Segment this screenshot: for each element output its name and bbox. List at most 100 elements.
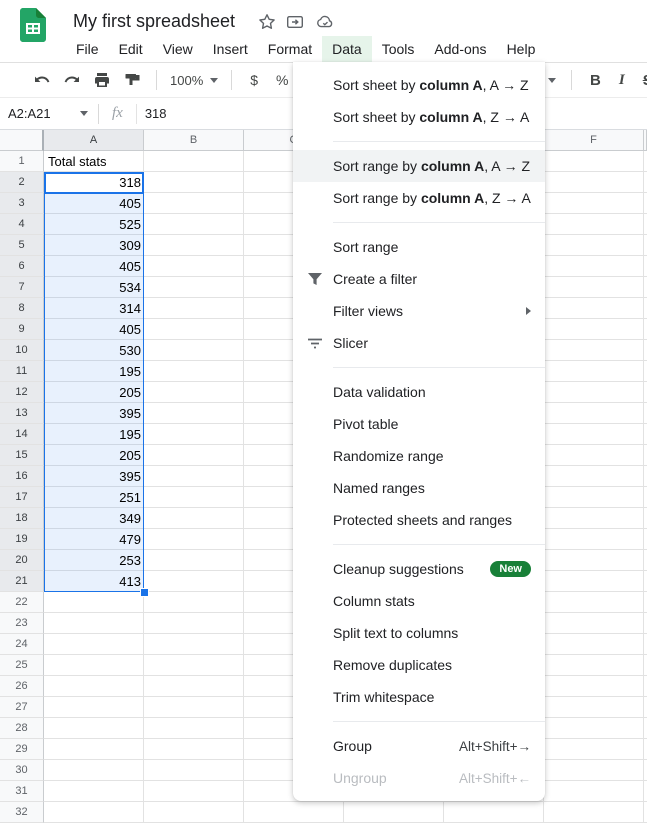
sheets-logo-icon[interactable] bbox=[20, 8, 46, 42]
menu-item-data-validation[interactable]: Data validation bbox=[293, 376, 545, 408]
menu-item-filter-views[interactable]: Filter views bbox=[293, 295, 545, 327]
row-header-28[interactable]: 28 bbox=[0, 718, 44, 739]
menubar-item-help[interactable]: Help bbox=[497, 36, 546, 62]
menu-item-sort-sheet-by-column-a-z-a[interactable]: Sort sheet by column A, Z → A bbox=[293, 101, 545, 133]
column-header-a[interactable]: A bbox=[44, 130, 144, 151]
menubar-item-format[interactable]: Format bbox=[258, 36, 322, 62]
star-icon[interactable] bbox=[258, 13, 276, 31]
row-header-32[interactable]: 32 bbox=[0, 802, 44, 823]
row-header-7[interactable]: 7 bbox=[0, 277, 44, 298]
row-header-20[interactable]: 20 bbox=[0, 550, 44, 571]
menu-item-slicer[interactable]: Slicer bbox=[293, 327, 545, 359]
move-to-folder-icon[interactable] bbox=[286, 13, 304, 31]
row-header-12[interactable]: 12 bbox=[0, 382, 44, 403]
format-percent-button[interactable]: % bbox=[276, 72, 288, 88]
redo-button[interactable] bbox=[60, 68, 84, 92]
row-header-27[interactable]: 27 bbox=[0, 697, 44, 718]
row-header-26[interactable]: 26 bbox=[0, 676, 44, 697]
row-header-5[interactable]: 5 bbox=[0, 235, 44, 256]
cell-a3[interactable]: 405 bbox=[44, 193, 144, 214]
column-header-f[interactable]: F bbox=[544, 130, 644, 151]
row-header-22[interactable]: 22 bbox=[0, 592, 44, 613]
menu-item-split-text-to-columns[interactable]: Split text to columns bbox=[293, 617, 545, 649]
row-header-3[interactable]: 3 bbox=[0, 193, 44, 214]
select-all-corner[interactable] bbox=[0, 130, 44, 151]
cell-a13[interactable]: 395 bbox=[44, 403, 144, 424]
row-header-6[interactable]: 6 bbox=[0, 256, 44, 277]
cell-a14[interactable]: 195 bbox=[44, 424, 144, 445]
menu-item-sort-range-by-column-a-z-a[interactable]: Sort range by column A, Z → A bbox=[293, 182, 545, 214]
cell-a16[interactable]: 395 bbox=[44, 466, 144, 487]
menubar-item-add-ons[interactable]: Add-ons bbox=[424, 36, 496, 62]
row-header-13[interactable]: 13 bbox=[0, 403, 44, 424]
format-currency-button[interactable]: $ bbox=[250, 72, 258, 88]
cell-a1[interactable]: Total stats bbox=[48, 151, 141, 172]
column-header-b[interactable]: B bbox=[144, 130, 244, 151]
row-header-15[interactable]: 15 bbox=[0, 445, 44, 466]
cell-a9[interactable]: 405 bbox=[44, 319, 144, 340]
cell-a10[interactable]: 530 bbox=[44, 340, 144, 361]
cell-a19[interactable]: 479 bbox=[44, 529, 144, 550]
cell-a8[interactable]: 314 bbox=[44, 298, 144, 319]
zoom-select[interactable]: 100% bbox=[170, 73, 218, 88]
row-header-21[interactable]: 21 bbox=[0, 571, 44, 592]
row-header-31[interactable]: 31 bbox=[0, 781, 44, 802]
menu-item-column-stats[interactable]: Column stats bbox=[293, 585, 545, 617]
menu-item-named-ranges[interactable]: Named ranges bbox=[293, 472, 545, 504]
menubar-item-insert[interactable]: Insert bbox=[203, 36, 258, 62]
row-header-9[interactable]: 9 bbox=[0, 319, 44, 340]
menubar-item-file[interactable]: File bbox=[66, 36, 109, 62]
row-header-1[interactable]: 1 bbox=[0, 151, 44, 172]
strikethrough-button[interactable]: S bbox=[643, 72, 647, 89]
menu-item-protected-sheets-and-ranges[interactable]: Protected sheets and ranges bbox=[293, 504, 545, 536]
menu-item-randomize-range[interactable]: Randomize range bbox=[293, 440, 545, 472]
menu-item-sort-sheet-by-column-a-a-z[interactable]: Sort sheet by column A, A → Z bbox=[293, 69, 545, 101]
cell-a4[interactable]: 525 bbox=[44, 214, 144, 235]
cloud-saved-icon[interactable] bbox=[316, 13, 334, 31]
undo-button[interactable] bbox=[30, 68, 54, 92]
row-header-2[interactable]: 2 bbox=[0, 172, 44, 193]
cell-a20[interactable]: 253 bbox=[44, 550, 144, 571]
row-header-18[interactable]: 18 bbox=[0, 508, 44, 529]
name-box[interactable]: A2:A21 bbox=[8, 106, 80, 121]
row-header-17[interactable]: 17 bbox=[0, 487, 44, 508]
row-header-10[interactable]: 10 bbox=[0, 340, 44, 361]
row-header-14[interactable]: 14 bbox=[0, 424, 44, 445]
print-button[interactable] bbox=[90, 68, 114, 92]
row-header-24[interactable]: 24 bbox=[0, 634, 44, 655]
menubar-item-tools[interactable]: Tools bbox=[372, 36, 425, 62]
menubar-item-data[interactable]: Data bbox=[322, 36, 372, 62]
menu-item-pivot-table[interactable]: Pivot table bbox=[293, 408, 545, 440]
row-header-30[interactable]: 30 bbox=[0, 760, 44, 781]
italic-button[interactable]: I bbox=[619, 72, 625, 89]
menu-item-sort-range[interactable]: Sort range bbox=[293, 231, 545, 263]
chevron-down-icon[interactable] bbox=[548, 78, 556, 83]
row-header-8[interactable]: 8 bbox=[0, 298, 44, 319]
row-header-19[interactable]: 19 bbox=[0, 529, 44, 550]
row-header-25[interactable]: 25 bbox=[0, 655, 44, 676]
menubar-item-edit[interactable]: Edit bbox=[109, 36, 153, 62]
menu-item-trim-whitespace[interactable]: Trim whitespace bbox=[293, 681, 545, 713]
cell-a18[interactable]: 349 bbox=[44, 508, 144, 529]
row-header-16[interactable]: 16 bbox=[0, 466, 44, 487]
chevron-down-icon[interactable] bbox=[80, 111, 88, 116]
menu-item-ungroup[interactable]: UngroupAlt+Shift+← bbox=[293, 762, 545, 794]
cell-a6[interactable]: 405 bbox=[44, 256, 144, 277]
cell-a21[interactable]: 413 bbox=[44, 571, 144, 592]
bold-button[interactable]: B bbox=[590, 72, 601, 89]
cell-a7[interactable]: 534 bbox=[44, 277, 144, 298]
cell-a5[interactable]: 309 bbox=[44, 235, 144, 256]
menu-item-sort-range-by-column-a-a-z[interactable]: Sort range by column A, A → Z bbox=[293, 150, 545, 182]
menu-item-cleanup-suggestions[interactable]: Cleanup suggestionsNew bbox=[293, 553, 545, 585]
row-header-29[interactable]: 29 bbox=[0, 739, 44, 760]
cell-a2[interactable]: 318 bbox=[44, 172, 144, 193]
paint-format-button[interactable] bbox=[120, 68, 144, 92]
menu-item-create-a-filter[interactable]: Create a filter bbox=[293, 263, 545, 295]
cell-a15[interactable]: 205 bbox=[44, 445, 144, 466]
page-title[interactable]: My first spreadsheet bbox=[73, 11, 235, 32]
selection-handle[interactable] bbox=[140, 588, 149, 597]
formula-input[interactable]: 318 bbox=[145, 106, 167, 121]
row-header-11[interactable]: 11 bbox=[0, 361, 44, 382]
cell-a11[interactable]: 195 bbox=[44, 361, 144, 382]
row-header-4[interactable]: 4 bbox=[0, 214, 44, 235]
